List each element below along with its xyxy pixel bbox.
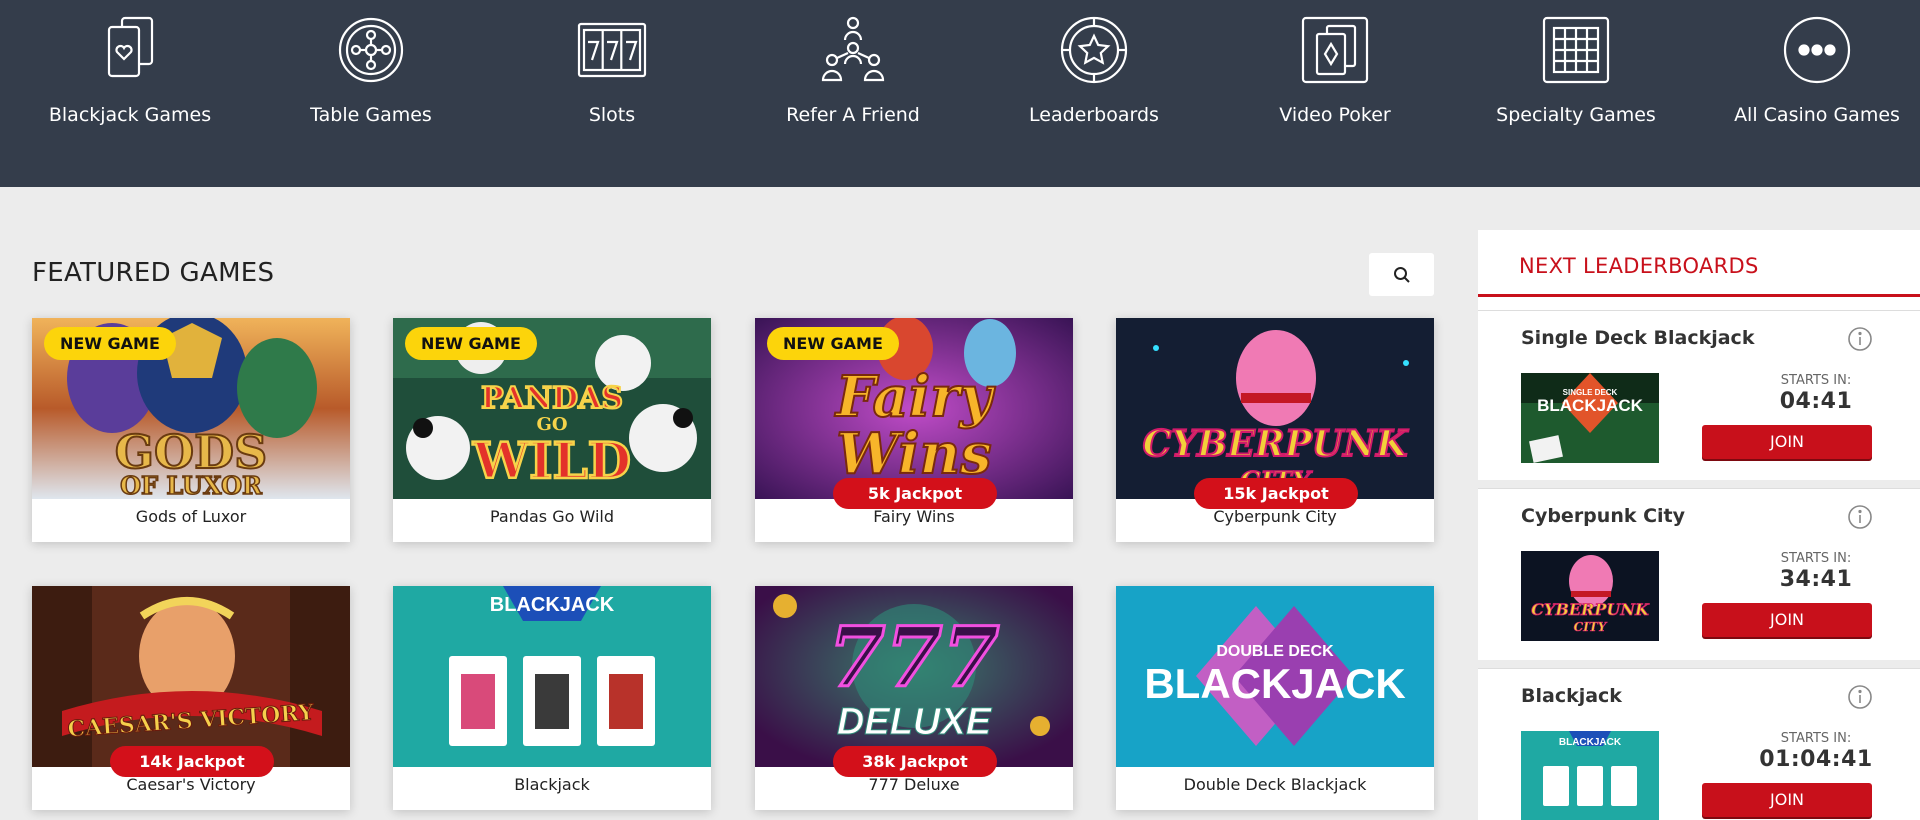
info-icon[interactable] bbox=[1847, 684, 1873, 710]
game-name: 777 Deluxe bbox=[868, 775, 960, 794]
svg-text:CYBERPUNK: CYBERPUNK bbox=[1143, 423, 1410, 465]
nav-item-refer-a-friend[interactable]: Refer A Friend bbox=[753, 0, 953, 187]
section-title: FEATURED GAMES bbox=[32, 258, 275, 288]
game-card-caesars-victory[interactable]: CAESAR'S VICTORY 14k Jackpot Caesar's Vi… bbox=[32, 586, 350, 810]
game-name: Caesar's Victory bbox=[126, 775, 256, 794]
nav-item-leaderboards[interactable]: Leaderboards bbox=[994, 0, 1194, 187]
leaderboard-name: Single Deck Blackjack bbox=[1521, 327, 1755, 349]
jackpot-badge: 14k Jackpot bbox=[110, 746, 274, 777]
nav-item-label: Video Poker bbox=[1279, 104, 1391, 126]
leaderboard-thumbnail: BLACKJACK bbox=[1521, 731, 1659, 820]
leaderboard-item: Blackjack BLACKJACK STARTS IN: 01:04:41 … bbox=[1478, 668, 1920, 820]
game-name: Fairy Wins bbox=[873, 507, 955, 526]
svg-text:WILD: WILD bbox=[472, 431, 631, 490]
join-button[interactable]: JOIN bbox=[1702, 425, 1872, 459]
game-card-fairy-wins[interactable]: Fairy Wins NEW GAME 5k Jackpot Fairy Win… bbox=[755, 318, 1073, 542]
nav-item-label: Refer A Friend bbox=[786, 104, 920, 126]
nav-item-label: Blackjack Games bbox=[48, 104, 212, 126]
more-dots-icon bbox=[1781, 14, 1853, 86]
nav-item-all-casino-games[interactable]: All Casino Games bbox=[1717, 0, 1917, 187]
join-button[interactable]: JOIN bbox=[1702, 603, 1872, 637]
new-game-badge: NEW GAME bbox=[767, 327, 899, 360]
nav-item-specialty-games[interactable]: Specialty Games bbox=[1476, 0, 1676, 187]
leaderboard-separator bbox=[1478, 480, 1920, 488]
game-card-cyberpunk-city[interactable]: CYBERPUNK CITY 15k Jackpot Cyberpunk Cit… bbox=[1116, 318, 1434, 542]
slots-777-icon bbox=[576, 14, 648, 86]
join-button[interactable]: JOIN bbox=[1702, 783, 1872, 817]
game-name: Double Deck Blackjack bbox=[1183, 775, 1367, 794]
starts-in-label: STARTS IN: bbox=[1780, 551, 1852, 566]
jackpot-badge: 38k Jackpot bbox=[833, 746, 997, 777]
leaderboards-title: NEXT LEADERBOARDS bbox=[1519, 254, 1759, 278]
nav-item-blackjack-games[interactable]: Blackjack Games bbox=[30, 0, 230, 187]
grid-ticket-icon bbox=[1540, 14, 1612, 86]
game-card-777-deluxe[interactable]: 777 DELUXE 38k Jackpot 777 Deluxe bbox=[755, 586, 1073, 810]
game-art-title: Fairy Wins bbox=[833, 363, 997, 488]
game-name: Blackjack bbox=[514, 775, 590, 794]
new-game-badge: NEW GAME bbox=[44, 327, 176, 360]
game-art-title: CAESAR'S VICTORY bbox=[66, 699, 315, 743]
game-art-title: PANDAS GO WILD bbox=[471, 380, 633, 491]
leaderboard-separator bbox=[1478, 660, 1920, 668]
svg-text:BLACKJACK: BLACKJACK bbox=[1559, 737, 1622, 748]
category-nav: Blackjack Games Table Games Slots Refer … bbox=[0, 0, 1920, 187]
leaderboard-item: Single Deck Blackjack SINGLE DECK BLACKJ… bbox=[1478, 310, 1920, 490]
svg-text:777: 777 bbox=[828, 610, 999, 706]
nav-item-label: Table Games bbox=[310, 104, 432, 126]
svg-text:DELUXE: DELUXE bbox=[837, 701, 993, 743]
game-card-pandas-go-wild[interactable]: PANDAS GO WILD NEW GAME Pandas Go Wild bbox=[393, 318, 711, 542]
leaderboard-item: Cyberpunk City CYBERPUNK CITY STARTS IN:… bbox=[1478, 488, 1920, 668]
nav-item-video-poker[interactable]: Video Poker bbox=[1235, 0, 1435, 187]
svg-text:PANDAS: PANDAS bbox=[481, 381, 623, 416]
nav-item-label: Specialty Games bbox=[1496, 104, 1656, 126]
countdown-timer: 04:41 bbox=[1779, 389, 1853, 414]
jackpot-badge: 15k Jackpot bbox=[1194, 478, 1358, 509]
info-icon[interactable] bbox=[1847, 504, 1873, 530]
leaderboard-name: Blackjack bbox=[1521, 685, 1622, 707]
svg-text:DOUBLE DECK: DOUBLE DECK bbox=[1216, 643, 1334, 660]
leaderboard-thumbnail: CYBERPUNK CITY bbox=[1521, 551, 1659, 641]
game-art-title: GODS OF LUXOR bbox=[114, 428, 268, 498]
nav-item-label: Slots bbox=[588, 104, 636, 126]
cards-diamond-icon bbox=[1299, 14, 1371, 86]
roulette-icon bbox=[335, 14, 407, 86]
starts-in-label: STARTS IN: bbox=[1780, 373, 1852, 388]
search-button[interactable] bbox=[1369, 253, 1434, 296]
game-card-double-deck-blackjack[interactable]: DOUBLE DECK BLACKJACK Double Deck Blackj… bbox=[1116, 586, 1434, 810]
new-game-badge: NEW GAME bbox=[405, 327, 537, 360]
search-icon bbox=[1393, 266, 1410, 283]
game-art-title: BLACKJACK bbox=[490, 594, 615, 616]
svg-text:BLACKJACK: BLACKJACK bbox=[490, 594, 615, 616]
game-art-title: DOUBLE DECK BLACKJACK bbox=[1144, 643, 1405, 707]
game-name: Gods of Luxor bbox=[135, 507, 247, 526]
game-name: Cyberpunk City bbox=[1213, 507, 1337, 526]
leaderboard-name: Cyberpunk City bbox=[1521, 505, 1686, 527]
nav-item-label: Leaderboards bbox=[1029, 104, 1159, 126]
svg-text:CYBERPUNK: CYBERPUNK bbox=[1531, 600, 1650, 619]
nav-item-slots[interactable]: Slots bbox=[512, 0, 712, 187]
nav-item-label: All Casino Games bbox=[1734, 104, 1900, 126]
game-card-gods-of-luxor[interactable]: GODS OF LUXOR NEW GAME Gods of Luxor bbox=[32, 318, 350, 542]
cards-heart-icon bbox=[94, 14, 166, 86]
leaderboards-panel: NEXT LEADERBOARDS Single Deck Blackjack … bbox=[1478, 230, 1920, 820]
starts-in-label: STARTS IN: bbox=[1780, 731, 1852, 746]
leaderboard-thumbnail: SINGLE DECK BLACKJACK bbox=[1521, 373, 1659, 463]
game-card-blackjack[interactable]: BLACKJACK Blackjack bbox=[393, 586, 711, 810]
jackpot-badge: 5k Jackpot bbox=[833, 478, 997, 509]
info-icon[interactable] bbox=[1847, 326, 1873, 352]
title-divider bbox=[1478, 294, 1920, 297]
game-art-title: 777 DELUXE bbox=[827, 609, 1001, 744]
svg-text:OF LUXOR: OF LUXOR bbox=[120, 471, 263, 498]
svg-text:CITY: CITY bbox=[1574, 620, 1608, 634]
game-name: Pandas Go Wild bbox=[489, 507, 615, 526]
countdown-timer: 01:04:41 bbox=[1759, 747, 1873, 772]
svg-text:CAESAR'S VICTORY: CAESAR'S VICTORY bbox=[67, 699, 315, 742]
star-chip-icon bbox=[1058, 14, 1130, 86]
people-network-icon bbox=[817, 14, 889, 86]
svg-text:BLACKJACK: BLACKJACK bbox=[1537, 396, 1644, 415]
svg-text:BLACKJACK: BLACKJACK bbox=[1144, 660, 1405, 707]
countdown-timer: 34:41 bbox=[1779, 567, 1853, 592]
nav-item-table-games[interactable]: Table Games bbox=[271, 0, 471, 187]
